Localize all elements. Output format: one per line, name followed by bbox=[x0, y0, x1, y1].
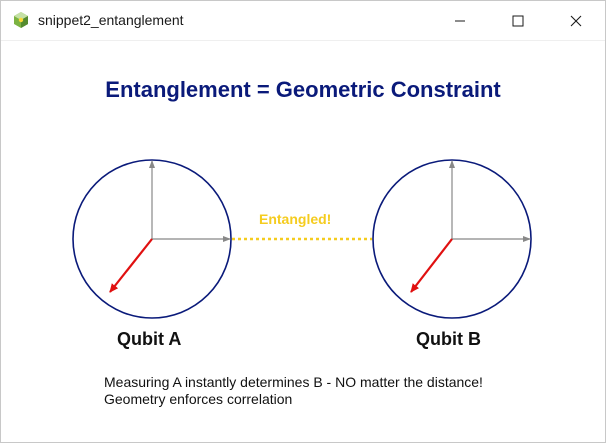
maximize-icon bbox=[512, 15, 524, 27]
qubit-a-bloch-circle bbox=[72, 159, 232, 319]
entangled-label: Entangled! bbox=[259, 211, 332, 227]
app-window: snippet2_entanglement Entanglement = Geo… bbox=[0, 0, 606, 443]
window-title: snippet2_entanglement bbox=[38, 12, 184, 28]
maximize-button[interactable] bbox=[489, 1, 547, 40]
qubit-b-bloch-circle bbox=[372, 159, 532, 319]
qubit-a-label: Qubit A bbox=[117, 329, 182, 349]
close-button[interactable] bbox=[547, 1, 605, 40]
explanation-line-2: Geometry enforces correlation bbox=[104, 391, 293, 407]
drawing-canvas: Entanglement = Geometric Constraint Enta… bbox=[1, 41, 605, 442]
minimize-button[interactable] bbox=[431, 1, 489, 40]
qubit-b-label: Qubit B bbox=[416, 329, 481, 349]
python-app-icon bbox=[12, 11, 30, 29]
qubit-b-state-vector bbox=[410, 238, 453, 293]
minimize-icon bbox=[454, 15, 466, 27]
close-icon bbox=[570, 15, 582, 27]
explanation-line-1: Measuring A instantly determines B - NO … bbox=[104, 374, 483, 390]
title-bar[interactable]: snippet2_entanglement bbox=[1, 1, 605, 41]
qubit-a-state-vector bbox=[109, 238, 153, 293]
